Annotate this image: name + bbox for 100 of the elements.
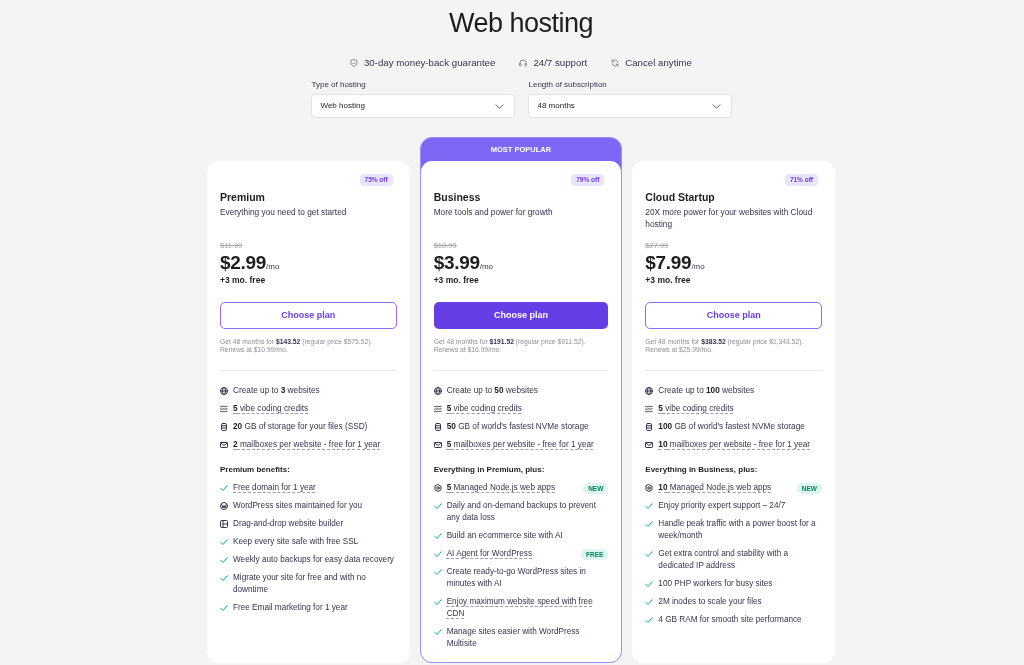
check-icon bbox=[433, 569, 442, 575]
plan-description: 20X more power for your websites with Cloud hosting bbox=[645, 206, 814, 230]
choose-plan-button[interactable]: Choose plan bbox=[645, 302, 822, 329]
plan-name: Premium bbox=[220, 190, 265, 204]
check-icon bbox=[433, 599, 442, 605]
check-icon bbox=[433, 629, 442, 635]
check-icon bbox=[433, 533, 442, 539]
price-period: /mo bbox=[266, 262, 280, 271]
choose-plan-button[interactable]: Choose plan bbox=[220, 302, 397, 329]
benefit-text: 100 PHP workers for busy sites bbox=[658, 578, 773, 590]
dropdown-label: Length of subscription bbox=[527, 80, 607, 90]
check-icon bbox=[645, 551, 654, 557]
choose-plan-button[interactable]: Choose plan bbox=[433, 302, 609, 329]
feature-text: Create up to 50 websites bbox=[446, 385, 538, 397]
benefit-text: Free domain for 1 year bbox=[233, 482, 316, 494]
chevron-down-icon bbox=[711, 103, 721, 109]
feature-text: 5 vibe coding credits bbox=[446, 403, 522, 415]
check-icon bbox=[645, 617, 654, 623]
page-title: Web hosting bbox=[447, 7, 595, 38]
guarantee-text: 30-day money-back guarantee bbox=[363, 56, 496, 70]
check-icon bbox=[645, 599, 654, 605]
wordpress-icon bbox=[220, 502, 228, 510]
price-text: $7.99 bbox=[645, 252, 692, 274]
feature-text: 5 mailboxes per website - free for 1 year bbox=[446, 439, 594, 451]
benefits-heading: Premium benefits: bbox=[220, 464, 290, 476]
check-icon bbox=[220, 485, 228, 491]
dropdown[interactable]: Web hosting bbox=[310, 94, 515, 118]
benefit-text: Keep every site safe with free SSL bbox=[233, 536, 359, 548]
guarantee-text: 24/7 support bbox=[533, 56, 588, 70]
database-icon bbox=[645, 423, 654, 431]
feature-text: Create up to 100 websites bbox=[658, 385, 755, 397]
benefit-text: WordPress sites maintained for you bbox=[233, 500, 363, 512]
globe-icon bbox=[433, 387, 442, 395]
benefit-text: Build an ecommerce site with AI bbox=[446, 530, 563, 542]
check-icon bbox=[645, 581, 654, 587]
feature-text: 20 GB of storage for your files (SSD) bbox=[233, 421, 368, 433]
benefit-text: Get extra control and stability with a dedicated IP address bbox=[658, 548, 790, 572]
check-icon bbox=[220, 575, 228, 581]
check-icon bbox=[220, 605, 228, 611]
benefit-text: Enjoy maximum website speed with free CDN bbox=[446, 596, 594, 620]
chevron-down-icon bbox=[494, 103, 504, 109]
free-months-text: +3 mo. free bbox=[433, 274, 479, 286]
guarantee-text: Cancel anytime bbox=[625, 56, 692, 70]
price-period: /mo bbox=[691, 262, 705, 271]
feature-text: 5 vibe coding credits bbox=[658, 403, 734, 415]
plan-description: More tools and power for growth bbox=[433, 206, 554, 218]
price-text: $3.99 bbox=[433, 252, 480, 274]
hexagon-icon bbox=[645, 484, 654, 492]
feature-text: 100 GB of world's fastest NVMe storage bbox=[658, 421, 805, 433]
shield-check-icon bbox=[349, 59, 358, 67]
dropdown-label: Type of hosting bbox=[310, 80, 366, 90]
database-icon bbox=[220, 423, 228, 431]
benefit-text: Drag-and-drop website builder bbox=[233, 518, 344, 530]
benefits-heading: Everything in Business, plus: bbox=[645, 464, 758, 476]
plan-name: Cloud Startup bbox=[645, 190, 715, 204]
benefit-text: Manage sites easier with WordPress Multisite bbox=[446, 626, 581, 650]
plan-description: Everything you need to get started bbox=[220, 206, 348, 218]
globe-icon bbox=[645, 387, 654, 395]
mail-icon bbox=[645, 441, 654, 449]
plan-name: Business bbox=[433, 190, 481, 204]
feature-text: 5 vibe coding credits bbox=[233, 403, 309, 415]
free-months-text: +3 mo. free bbox=[220, 274, 266, 286]
hexagon-icon bbox=[433, 484, 442, 492]
feature-text: 50 GB of world's fastest NVMe storage bbox=[446, 421, 589, 433]
check-icon bbox=[433, 503, 442, 509]
check-icon bbox=[645, 521, 654, 527]
benefit-text: Create ready-to-go WordPress sites in minutes with AI bbox=[446, 566, 587, 590]
benefit-text: Enjoy priority expert support – 24/7 bbox=[658, 500, 786, 512]
benefit-text: AI Agent for WordPress bbox=[446, 548, 533, 560]
check-icon bbox=[220, 539, 228, 545]
refresh-icon bbox=[611, 59, 620, 67]
benefit-text: Handle peak traffic with a power boost for a week/month bbox=[658, 518, 817, 542]
feature-text: 2 mailboxes per website - free for 1 year bbox=[233, 439, 381, 451]
feature-text: Create up to 3 websites bbox=[233, 385, 320, 397]
check-icon bbox=[433, 551, 442, 557]
price-text: $2.99 bbox=[220, 252, 267, 274]
layout-icon bbox=[220, 520, 228, 528]
benefits-heading: Everything in Premium, plus: bbox=[433, 464, 545, 476]
wavy-lines-icon bbox=[433, 405, 442, 413]
benefit-text: 5 Managed Node.js web apps bbox=[446, 482, 555, 494]
benefit-text: Migrate your site for free and with no downtime bbox=[233, 572, 367, 596]
wavy-lines-icon bbox=[645, 405, 654, 413]
benefit-text: Weekly auto backups for easy data recovery bbox=[233, 554, 394, 566]
globe-icon bbox=[220, 387, 228, 395]
database-icon bbox=[433, 423, 442, 431]
benefit-text: 10 Managed Node.js web apps bbox=[658, 482, 772, 494]
feature-text: 10 mailboxes per website - free for 1 year bbox=[658, 439, 811, 451]
benefit-text: 4 GB RAM for smooth site performance bbox=[658, 614, 802, 626]
headset-icon bbox=[519, 59, 528, 67]
check-icon bbox=[220, 557, 228, 563]
check-icon bbox=[645, 503, 654, 509]
benefit-text: Daily and on-demand backups to prevent any data loss bbox=[446, 500, 597, 524]
benefit-text: Free Email marketing for 1 year bbox=[233, 602, 348, 614]
wavy-lines-icon bbox=[220, 405, 228, 413]
benefit-text: 2M inodes to scale your files bbox=[658, 596, 762, 608]
mail-icon bbox=[220, 441, 228, 449]
price-period: /mo bbox=[479, 262, 494, 272]
mail-icon bbox=[433, 441, 442, 449]
dropdown[interactable]: 48 months bbox=[527, 94, 732, 118]
free-months-text: +3 mo. free bbox=[645, 274, 691, 286]
